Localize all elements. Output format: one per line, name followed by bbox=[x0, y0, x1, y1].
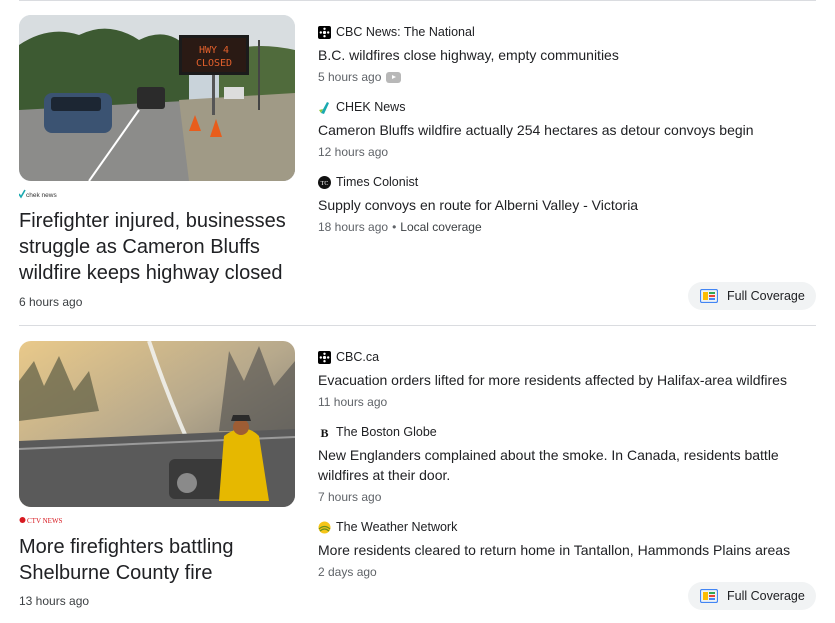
tc-icon: TC bbox=[318, 175, 331, 189]
related-article[interactable]: CHEK News Cameron Bluffs wildfire actual… bbox=[318, 99, 818, 159]
full-coverage-label: Full Coverage bbox=[727, 289, 805, 303]
article-title[interactable]: More residents cleared to return home in… bbox=[318, 540, 818, 560]
related-article[interactable]: B The Boston Globe New Englanders compla… bbox=[318, 424, 798, 504]
story-image-firefighter-hose[interactable] bbox=[19, 341, 295, 507]
story-cluster-1: HWY 4 CLOSED chek news Firefighter injur… bbox=[0, 0, 835, 325]
sign-line-2: CLOSED bbox=[196, 58, 232, 69]
related-article[interactable]: CBC.ca Evacuation orders lifted for more… bbox=[318, 349, 818, 409]
main-source-label: CTV NEWS bbox=[27, 517, 63, 525]
full-coverage-button[interactable]: Full Coverage bbox=[688, 582, 816, 610]
article-source: The Weather Network bbox=[336, 520, 458, 534]
main-story-time: 6 hours ago bbox=[19, 295, 83, 309]
full-coverage-button[interactable]: Full Coverage bbox=[688, 282, 816, 310]
ctv-news-logo: CTV NEWS bbox=[19, 517, 63, 525]
meta-separator: • bbox=[392, 220, 397, 234]
full-coverage-icon bbox=[700, 289, 718, 303]
article-time: 18 hours ago bbox=[318, 220, 389, 234]
story-cluster-2: CTV NEWS More firefighters battling Shel… bbox=[0, 326, 835, 623]
article-source: The Boston Globe bbox=[336, 425, 437, 439]
main-source-logo-chek[interactable]: chek news bbox=[19, 188, 59, 200]
article-time: 7 hours ago bbox=[318, 490, 382, 504]
article-time: 12 hours ago bbox=[318, 145, 389, 159]
cbc-gem-icon bbox=[318, 350, 331, 364]
article-time: 11 hours ago bbox=[318, 395, 388, 409]
video-icon bbox=[386, 71, 402, 83]
main-source-logo-ctv[interactable]: CTV NEWS bbox=[19, 514, 67, 526]
chek-icon bbox=[318, 101, 331, 114]
related-article[interactable]: The Weather Network More residents clear… bbox=[318, 519, 818, 579]
article-title[interactable]: Supply convoys en route for Alberni Vall… bbox=[318, 195, 818, 215]
article-title[interactable]: Evacuation orders lifted for more reside… bbox=[318, 370, 818, 390]
story-image-highway-closed[interactable]: HWY 4 CLOSED bbox=[19, 15, 295, 181]
article-title[interactable]: B.C. wildfires close highway, empty comm… bbox=[318, 45, 818, 65]
full-coverage-label: Full Coverage bbox=[727, 589, 805, 603]
weather-network-icon bbox=[318, 521, 331, 534]
related-article[interactable]: CBC News: The National B.C. wildfires cl… bbox=[318, 24, 818, 84]
full-coverage-icon bbox=[700, 589, 718, 603]
main-story-title[interactable]: More firefighters battling Shelburne Cou… bbox=[19, 534, 299, 586]
chek-news-logo: chek news bbox=[19, 189, 57, 199]
article-title[interactable]: New Englanders complained about the smok… bbox=[318, 445, 798, 485]
article-time: 2 days ago bbox=[318, 565, 377, 579]
firefighter-photo bbox=[19, 341, 295, 507]
cbc-gem-icon bbox=[318, 25, 331, 39]
highway-photo: HWY 4 CLOSED bbox=[19, 15, 295, 181]
local-coverage-label[interactable]: Local coverage bbox=[400, 220, 481, 234]
article-source: CBC.ca bbox=[336, 350, 380, 364]
svg-text:B: B bbox=[320, 426, 328, 439]
article-title[interactable]: Cameron Bluffs wildfire actually 254 hec… bbox=[318, 120, 818, 140]
main-story-time: 13 hours ago bbox=[19, 594, 90, 608]
sign-line-1: HWY 4 bbox=[199, 45, 229, 56]
related-article[interactable]: TC Times Colonist Supply convoys en rout… bbox=[318, 174, 818, 234]
boston-globe-icon: B bbox=[318, 426, 331, 440]
article-source: Times Colonist bbox=[336, 175, 419, 189]
article-source: CHEK News bbox=[336, 100, 406, 114]
article-source: CBC News: The National bbox=[336, 25, 475, 39]
svg-text:TC: TC bbox=[321, 181, 329, 187]
main-story-title[interactable]: Firefighter injured, businesses struggle… bbox=[19, 208, 299, 286]
article-time: 5 hours ago bbox=[318, 70, 382, 84]
main-source-label: chek news bbox=[26, 192, 57, 199]
